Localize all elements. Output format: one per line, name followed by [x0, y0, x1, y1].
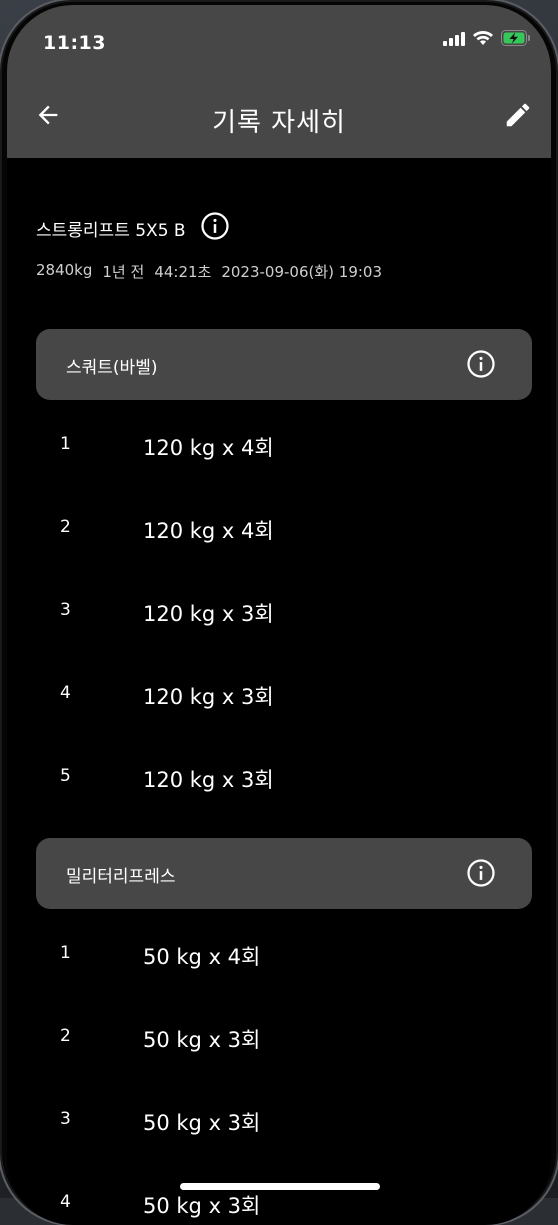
routine-header: 스트롱리프트 5X5 B — [36, 211, 230, 245]
cellular-signal-icon — [443, 31, 465, 50]
set-row: 3 120 kg x 3회 — [7, 586, 551, 669]
pencil-icon — [503, 100, 533, 134]
edit-button[interactable] — [499, 98, 537, 136]
app-bar: 기록 자세히 — [7, 80, 551, 158]
set-number: 5 — [60, 766, 71, 786]
wifi-icon — [472, 30, 494, 50]
total-volume: 2840kg — [36, 261, 93, 279]
set-row: 1 50 kg x 4회 — [7, 929, 551, 1012]
set-value: 50 kg x 4회 — [143, 945, 261, 969]
exercise-card[interactable]: 밀리터리프레스 — [36, 838, 532, 909]
exercise-name: 스쿼트(바벨) — [66, 358, 158, 378]
info-circle-icon[interactable] — [466, 349, 496, 379]
datetime: 2023-09-06(화) 19:03 — [221, 263, 383, 281]
set-value: 50 kg x 3회 — [143, 1111, 261, 1135]
set-row: 4 120 kg x 3회 — [7, 669, 551, 752]
set-number: 2 — [60, 1026, 71, 1046]
set-value: 120 kg x 4회 — [143, 519, 274, 543]
page-title: 기록 자세히 — [212, 108, 346, 138]
set-value: 120 kg x 3회 — [143, 768, 274, 792]
set-number: 4 — [60, 683, 71, 703]
set-number: 3 — [60, 600, 71, 620]
set-number: 4 — [60, 1192, 71, 1212]
routine-name: 스트롱리프트 5X5 B — [36, 220, 186, 241]
set-value: 120 kg x 3회 — [143, 685, 274, 709]
status-time: 11:13 — [43, 32, 106, 54]
exercise-card[interactable]: 스쿼트(바벨) — [36, 329, 532, 400]
phone-frame: 11:13 기록 자세히 스트롱리프트 5X5 B 2840kg 1년 전 44… — [2, 2, 556, 1225]
set-value: 120 kg x 3회 — [143, 602, 274, 626]
set-row: 2 120 kg x 4회 — [7, 503, 551, 586]
set-number: 1 — [60, 943, 71, 963]
duration: 44:21초 — [154, 263, 212, 281]
set-value: 120 kg x 4회 — [143, 436, 274, 460]
status-bar: 11:13 — [7, 5, 551, 80]
set-row: 2 50 kg x 3회 — [7, 1012, 551, 1095]
set-row: 1 120 kg x 4회 — [7, 420, 551, 503]
set-number: 1 — [60, 434, 71, 454]
status-icons — [443, 30, 531, 50]
exercise-name: 밀리터리프레스 — [66, 867, 176, 887]
info-circle-icon[interactable] — [466, 858, 496, 888]
set-value: 50 kg x 3회 — [143, 1028, 261, 1052]
info-circle-icon[interactable] — [200, 211, 230, 245]
relative-date: 1년 전 — [102, 263, 145, 281]
set-value: 50 kg x 3회 — [143, 1194, 261, 1218]
battery-charging-icon — [501, 30, 531, 50]
set-row: 5 120 kg x 3회 — [7, 752, 551, 835]
routine-meta: 2840kg 1년 전 44:21초 2023-09-06(화) 19:03 — [36, 261, 382, 282]
set-number: 3 — [60, 1109, 71, 1129]
set-number: 2 — [60, 517, 71, 537]
home-indicator[interactable] — [180, 1183, 380, 1190]
screen: 11:13 기록 자세히 스트롱리프트 5X5 B 2840kg 1년 전 44… — [7, 5, 551, 1225]
set-row: 3 50 kg x 3회 — [7, 1095, 551, 1178]
